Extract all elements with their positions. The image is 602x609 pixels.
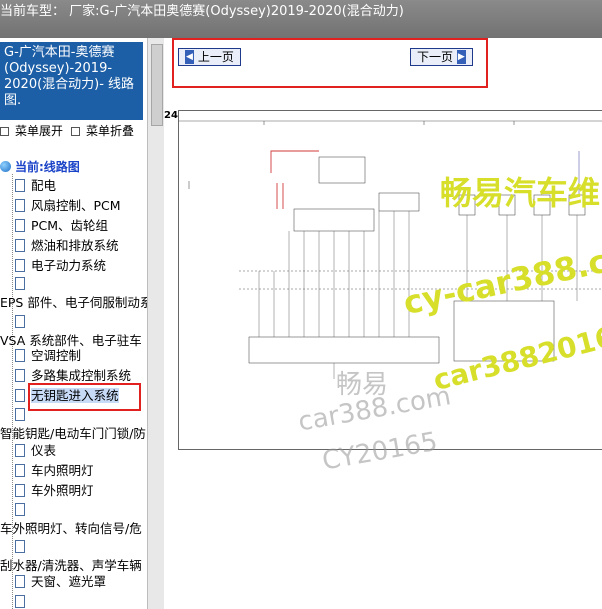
document-icon xyxy=(15,575,25,588)
tree-item-pcm-gear[interactable]: PCM、齿轮组 xyxy=(15,216,108,236)
tree-item-electric-power[interactable]: 电子动力系统 xyxy=(15,256,106,276)
tree-item-blank-6[interactable] xyxy=(15,592,31,609)
tree-item-blank-4[interactable] xyxy=(15,500,31,520)
sidebar: G-广汽本田-奥德赛(Odyssey)-2019-2020(混合动力)- 线路图… xyxy=(0,38,148,609)
tree-item-blank-5[interactable] xyxy=(15,537,31,557)
tree-connector xyxy=(12,174,13,609)
scrollbar-thumb[interactable] xyxy=(151,44,163,126)
document-icon xyxy=(15,369,25,382)
globe-icon xyxy=(0,161,11,172)
document-icon xyxy=(15,408,25,421)
menu-expand-button[interactable]: 菜单展开 xyxy=(0,122,63,139)
tree-item-blank-1[interactable] xyxy=(15,274,31,294)
wiring-diagram-svg xyxy=(179,120,602,379)
document-icon xyxy=(15,503,25,516)
document-icon xyxy=(15,259,25,272)
tree-item-fuel-emission[interactable]: 燃油和排放系统 xyxy=(15,236,119,256)
tree-item-fan-control[interactable]: 风扇控制、PCM xyxy=(15,196,121,216)
tree-item-interior-lights[interactable]: 车内照明灯 xyxy=(15,461,94,481)
document-icon xyxy=(15,540,25,553)
highlight-box xyxy=(28,383,141,411)
document-icon xyxy=(15,179,25,192)
wiring-diagram xyxy=(178,110,602,450)
document-icon xyxy=(15,239,25,252)
current-node[interactable]: 当前:线路图 xyxy=(0,158,80,175)
collapse-icon xyxy=(71,127,80,136)
document-icon xyxy=(15,277,25,290)
document-icon xyxy=(15,444,25,457)
document-icon xyxy=(15,315,25,328)
sidebar-header: G-广汽本田-奥德赛(Odyssey)-2019-2020(混合动力)- 线路图… xyxy=(0,42,143,120)
title-text: 当前车型： 厂家:G-广汽本田奥德赛(Odyssey)2019-2020(混合动… xyxy=(0,4,404,19)
tree-item-eps[interactable]: EPS 部件、电子伺服制动系 xyxy=(0,293,147,313)
document-icon xyxy=(15,199,25,212)
tree-item-exterior-lights[interactable]: 车外照明灯 xyxy=(15,481,94,501)
tree-item-ac-control[interactable]: 空调控制 xyxy=(15,346,81,366)
tree-item-sunroof[interactable]: 天窗、遮光罩 xyxy=(15,572,106,592)
tree-item-blank-2[interactable] xyxy=(15,312,31,332)
document-icon xyxy=(15,595,25,608)
tree-item-power-distribution[interactable]: 配电 xyxy=(15,176,56,196)
page-number: 24 xyxy=(164,110,178,121)
tree-item-meter[interactable]: 仪表 xyxy=(15,441,56,461)
menu-collapse-button[interactable]: 菜单折叠 xyxy=(71,122,134,139)
document-icon xyxy=(15,389,25,402)
document-icon xyxy=(15,219,25,232)
tree-item-turn-signal[interactable]: 车外照明灯、转向信号/危 xyxy=(0,519,142,539)
document-icon xyxy=(15,464,25,477)
sidebar-scrollbar[interactable] xyxy=(147,38,165,609)
document-icon xyxy=(15,484,25,497)
nav-highlight-box xyxy=(172,38,488,88)
expand-icon xyxy=(0,127,9,136)
document-icon xyxy=(15,349,25,362)
title-bar: 当前车型： 厂家:G-广汽本田奥德赛(Odyssey)2019-2020(混合动… xyxy=(0,0,602,38)
